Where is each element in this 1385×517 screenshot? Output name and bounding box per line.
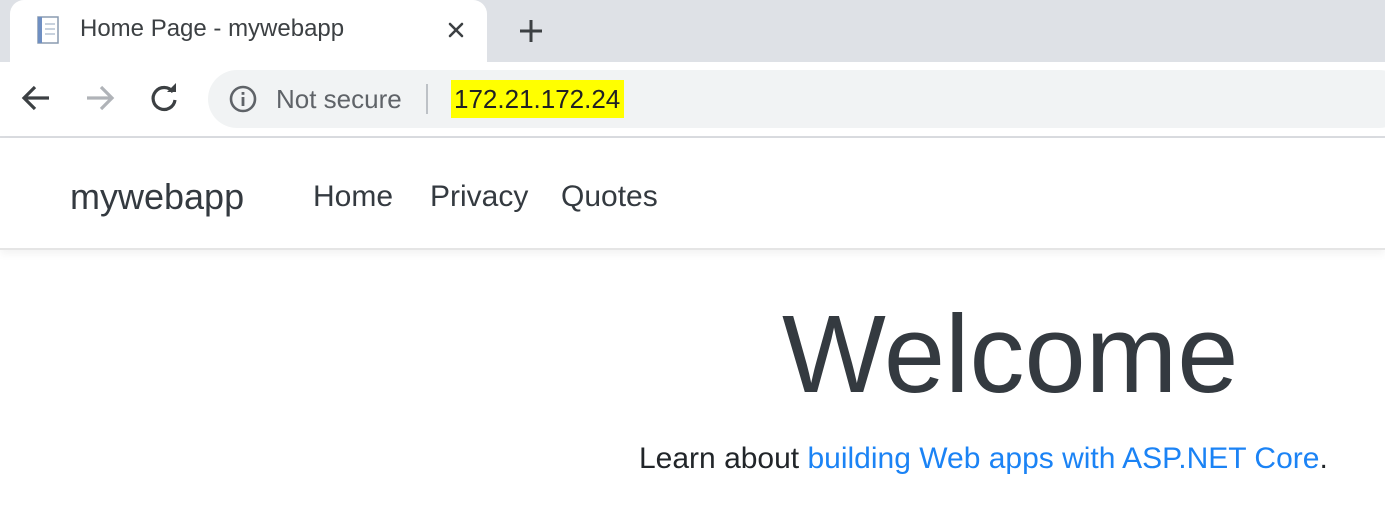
tab-strip: Home Page - mywebapp xyxy=(0,0,1385,62)
url-text[interactable]: 172.21.172.24 xyxy=(451,80,625,118)
arrow-right-icon[interactable] xyxy=(80,78,120,118)
arrow-left-icon[interactable] xyxy=(16,78,56,118)
aspnet-docs-link[interactable]: building Web apps with ASP.NET Core xyxy=(807,442,1319,475)
info-icon[interactable] xyxy=(228,84,258,114)
reload-icon[interactable] xyxy=(144,78,184,118)
nav-link-quotes[interactable]: Quotes xyxy=(561,177,658,217)
learn-paragraph: Learn about building Web apps with ASP.N… xyxy=(639,440,1328,478)
address-bar[interactable]: Not secure 172.21.172.24 xyxy=(208,70,1385,128)
omnibox-divider xyxy=(426,84,428,114)
learn-text: Learn about xyxy=(639,442,808,475)
document-icon xyxy=(34,15,64,45)
browser-toolbar: Not secure 172.21.172.24 xyxy=(0,62,1385,138)
nav-link-privacy[interactable]: Privacy xyxy=(430,177,528,217)
learn-period: . xyxy=(1319,442,1328,475)
plus-icon[interactable] xyxy=(514,14,548,48)
security-status-text[interactable]: Not secure xyxy=(276,83,402,115)
site-brand-link[interactable]: mywebapp xyxy=(70,175,244,219)
browser-tab[interactable]: Home Page - mywebapp xyxy=(10,0,487,62)
nav-link-home[interactable]: Home xyxy=(313,177,393,217)
welcome-heading: Welcome xyxy=(782,293,1239,416)
tab-title: Home Page - mywebapp xyxy=(80,15,345,42)
close-icon[interactable] xyxy=(442,16,470,44)
site-navbar: mywebapp Home Privacy Quotes xyxy=(0,138,1385,250)
